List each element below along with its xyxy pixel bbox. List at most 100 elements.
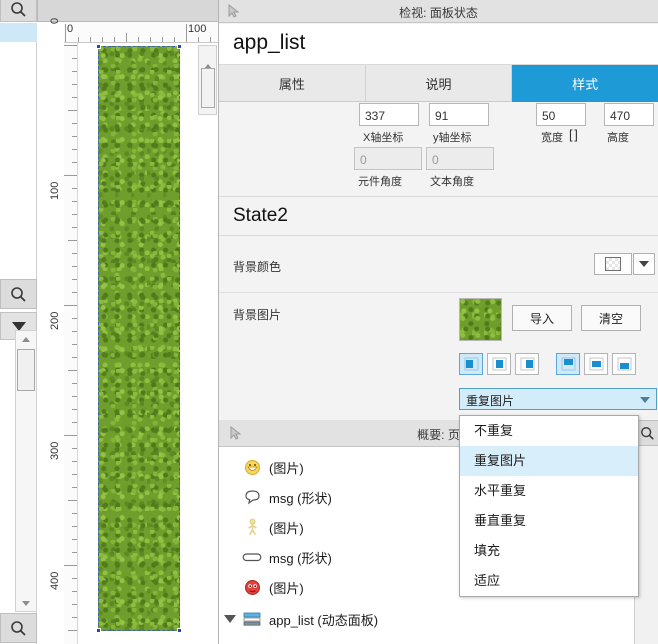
y-coordinate-input[interactable]: [429, 103, 489, 126]
import-image-button[interactable]: 导入: [512, 305, 572, 331]
background-image-row: 背景图片 导入 清空 重复图片: [219, 293, 658, 419]
tree-item-image-1[interactable]: (图片): [241, 452, 304, 482]
dropdown-option-repeat-x[interactable]: 水平重复: [460, 476, 638, 506]
geometry-fields: X轴坐标 y轴坐标 宽度 [ ] 高度 元件角度 文本角度: [219, 103, 658, 188]
state-section-header: State2: [219, 196, 658, 236]
transparent-swatch-icon: [605, 257, 621, 271]
panel-state-icon: [267, 639, 289, 644]
left-region: 0 100 0 100 200 300 400: [0, 0, 218, 644]
tree-item-image-2[interactable]: (图片): [241, 512, 304, 542]
tree-item-image-3[interactable]: (图片): [241, 572, 304, 602]
ruler-gutter: [38, 22, 64, 644]
tree-item-label: app_list (动态面板): [269, 612, 379, 628]
tab-style[interactable]: 样式: [512, 65, 658, 102]
chevron-up-icon[interactable]: [204, 50, 212, 69]
height-label: 高度: [607, 132, 629, 144]
left-panel-scrollbar[interactable]: [15, 330, 37, 612]
search-icon[interactable]: [0, 0, 37, 22]
width-label: 宽度: [541, 132, 563, 144]
clear-image-button[interactable]: 清空: [581, 305, 641, 331]
canvas-area[interactable]: 0 100 0 100 200 300 400: [38, 0, 218, 644]
app-root: 0 100 0 100 200 300 400 检视: 面板状态 app_lis…: [0, 0, 658, 644]
rounded-rect-shape-icon: [241, 547, 263, 567]
scroll-down-button[interactable]: [16, 595, 36, 611]
element-rotation-label: 元件角度: [358, 176, 402, 188]
dropdown-option-repeat[interactable]: 重复图片: [460, 446, 638, 476]
tree-item-label: msg (形状): [269, 550, 332, 566]
design-stage[interactable]: [78, 43, 218, 644]
ruler-top-bar: [38, 0, 218, 22]
tree-item-msg-shape-1[interactable]: msg (形状): [241, 482, 332, 512]
link-lock-icon[interactable]: [ ]: [569, 127, 578, 142]
image-repeat-select[interactable]: 重复图片: [459, 388, 657, 410]
smiley-image-icon: [241, 457, 263, 477]
selected-dynamic-panel[interactable]: [96, 44, 182, 633]
x-coordinate-label: X轴坐标: [363, 132, 404, 144]
ruler-v-label-200: 200: [49, 311, 61, 330]
tree-item-label: msg (形状): [269, 490, 332, 506]
background-color-row: 背景颜色: [219, 237, 658, 293]
dynamic-panel-icon: [241, 609, 263, 629]
chevron-up-icon: [22, 336, 30, 342]
background-color-label: 背景颜色: [233, 260, 282, 274]
y-coordinate-label: y轴坐标: [433, 132, 472, 144]
element-rotation-input[interactable]: [354, 147, 422, 170]
red-emoji-image-icon: [241, 577, 263, 597]
vertical-ruler: [64, 43, 78, 644]
grass-texture-thumbnail[interactable]: [459, 298, 502, 341]
ruler-v-label-100: 100: [49, 181, 61, 200]
background-color-swatch-button[interactable]: [594, 253, 632, 275]
align-right-icon[interactable]: [515, 353, 539, 375]
align-middle-icon[interactable]: [584, 353, 608, 375]
dropdown-option-repeat-y[interactable]: 垂直重复: [460, 506, 638, 536]
ruler-h-label-100: 100: [188, 23, 207, 35]
horizontal-ruler: 0 100: [64, 22, 218, 43]
tree-item-app-list[interactable]: app_list (动态面板): [223, 604, 378, 634]
dropdown-option-fill[interactable]: 填充: [460, 536, 638, 566]
element-name-field[interactable]: app_list: [219, 24, 658, 65]
tree-item-state1[interactable]: State1: [247, 634, 333, 644]
text-rotation-input[interactable]: [426, 147, 494, 170]
inspector-panel: 检视: 面板状态 app_list 属性 说明 样式 X轴坐标 y轴坐标 宽度 …: [218, 0, 658, 420]
scrollbar-thumb[interactable]: [201, 68, 215, 108]
inspector-title: 检视: 面板状态: [399, 6, 478, 20]
text-rotation-label: 文本角度: [430, 176, 474, 188]
align-center-icon[interactable]: [487, 353, 511, 375]
dropdown-option-no-repeat[interactable]: 不重复: [460, 416, 638, 446]
expander-expanded-icon[interactable]: [223, 615, 237, 623]
person-image-icon: [241, 517, 263, 537]
align-bottom-icon[interactable]: [612, 353, 636, 375]
inspector-titlebar: 检视: 面板状态: [219, 0, 658, 23]
width-input[interactable]: [536, 103, 586, 126]
chevron-down-icon: [22, 600, 30, 606]
tree-item-label: (图片): [269, 460, 304, 476]
tab-notes[interactable]: 说明: [366, 65, 513, 102]
state-section-title: State2: [233, 205, 288, 226]
background-color-dropdown-button[interactable]: [633, 253, 655, 275]
image-repeat-dropdown-list[interactable]: 不重复 重复图片 水平重复 垂直重复 填充 适应: [459, 415, 639, 597]
x-coordinate-input[interactable]: [359, 103, 419, 126]
tree-item-msg-shape-2[interactable]: msg (形状): [241, 542, 332, 572]
tab-properties[interactable]: 属性: [219, 65, 366, 102]
scroll-up-button[interactable]: [16, 331, 36, 347]
search-icon[interactable]: [0, 279, 37, 309]
align-top-icon[interactable]: [556, 353, 580, 375]
chevron-down-icon: [640, 397, 650, 403]
ruler-v-label-0: 0: [49, 17, 61, 24]
ruler-v-label-300: 300: [49, 441, 61, 460]
left-panel-selected-row[interactable]: [0, 23, 37, 42]
dropdown-option-fit[interactable]: 适应: [460, 566, 638, 596]
speech-bubble-shape-icon: [241, 487, 263, 507]
search-icon[interactable]: [0, 613, 37, 643]
element-name-text: app_list: [233, 31, 306, 54]
ruler-h-label-0: 0: [67, 23, 74, 35]
height-input[interactable]: [604, 103, 654, 126]
chevron-down-icon: [639, 261, 649, 267]
ruler-v-label-400: 400: [49, 571, 61, 590]
canvas-vertical-scrollbar[interactable]: [198, 45, 217, 115]
tree-item-label: (图片): [269, 520, 304, 536]
inspector-tabs: 属性 说明 样式: [219, 65, 658, 102]
scrollbar-thumb[interactable]: [17, 349, 35, 391]
align-left-icon[interactable]: [459, 353, 483, 375]
tree-item-label: (图片): [269, 580, 304, 596]
